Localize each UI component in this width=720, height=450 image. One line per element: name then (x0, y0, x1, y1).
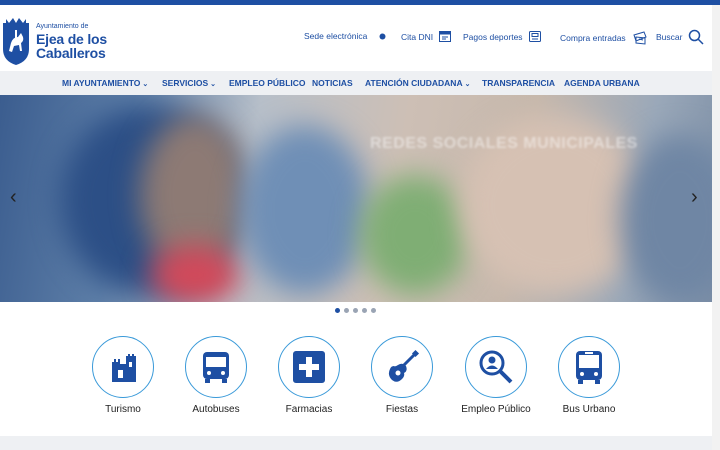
nav-item-label: EMPLEO PÚBLICO (229, 78, 306, 88)
quick-access-label: Empleo Público (461, 404, 531, 415)
hero-slide-title: REDES SOCIALES MUNICIPALES (370, 135, 638, 152)
nav-item-mi-ayuntamiento[interactable]: MI AYUNTAMIENTO ⌄ (62, 71, 148, 95)
search-icon (688, 29, 704, 45)
city-bus-icon (576, 351, 602, 384)
nav-item-label: AGENDA URBANA (564, 78, 640, 88)
quick-access-label: Bus Urbano (562, 404, 616, 415)
quick-access-circle (92, 336, 154, 398)
quick-access-circle (371, 336, 433, 398)
compra-entradas-label: Compra entradas (560, 33, 626, 43)
page-scrollbar[interactable] (712, 5, 720, 450)
nav-item-label: MI AYUNTAMIENTO (62, 78, 141, 88)
carousel-next-icon[interactable]: › (691, 187, 698, 207)
search-button[interactable]: Buscar (656, 29, 704, 45)
carousel-dot[interactable] (335, 308, 340, 313)
cita-dni-label: Cita DNI (401, 31, 434, 42)
quick-access-label: Autobuses (192, 404, 240, 415)
blurred-image-region (150, 245, 240, 302)
quick-access-bus-urbano[interactable]: Bus Urbano (549, 336, 629, 415)
site-logo[interactable]: Ayuntamiento de Ejea de los Caballeros (0, 15, 107, 67)
guitar-icon (388, 349, 420, 382)
quick-access-circle (558, 336, 620, 398)
bus-icon (203, 352, 229, 383)
sede-electronica-label: Sede electrónica (304, 31, 368, 41)
nav-item-label: ATENCIÓN CIUDADANA (365, 78, 463, 88)
quick-access-fiestas[interactable]: Fiestas (362, 336, 442, 415)
search-label: Buscar (656, 32, 683, 42)
main-navigation: MI AYUNTAMIENTO ⌄ SERVICIOS ⌄ EMPLEO PÚBLI… (0, 71, 712, 95)
nav-item-label: TRANSPARENCIA (482, 78, 556, 88)
compra-entradas-link[interactable]: Compra entradas (560, 31, 648, 45)
nav-item-agenda-urbana[interactable]: AGENDA URBANA (564, 71, 640, 95)
nav-item-empleo-publico[interactable]: EMPLEO PÚBLICO (229, 71, 306, 95)
payment-terminal-icon (528, 31, 541, 42)
quick-access-circle (185, 336, 247, 398)
logo-title-line2: Caballeros (36, 44, 106, 61)
chevron-down-icon: ⌄ (142, 81, 149, 88)
carousel-prev-icon[interactable]: ‹ (10, 187, 17, 207)
coat-of-arms-icon (3, 18, 29, 65)
quick-access-turismo[interactable]: Turismo (83, 336, 163, 415)
nav-item-transparencia[interactable]: TRANSPARENCIA (482, 71, 555, 95)
logo-title-line1: Ejea de los (36, 30, 107, 47)
quick-access-empleo-publico[interactable]: Empleo Público (456, 336, 536, 415)
carousel-dot[interactable] (353, 308, 358, 313)
nav-item-servicios[interactable]: SERVICIOS ⌄ (162, 71, 216, 95)
quick-access-label: Fiestas (385, 404, 419, 415)
chevron-down-icon: ⌄ (464, 81, 471, 88)
cita-dni-link[interactable]: Cita DNI (401, 31, 452, 42)
quick-access-circle (278, 336, 340, 398)
pagos-deportes-label: Pagos deportes (463, 31, 523, 42)
quick-access-label: Turismo (105, 404, 141, 415)
site-header: Ayuntamiento de Ejea de los Caballeros S… (0, 5, 720, 71)
nav-item-atencion-ciudadana[interactable]: ATENCIÓN CIUDADANA ⌄ (365, 71, 470, 95)
quick-access-farmacias[interactable]: Farmacias (269, 336, 349, 415)
quick-access-autobuses[interactable]: Autobuses (176, 336, 256, 415)
job-search-icon (479, 350, 513, 384)
section-divider (0, 436, 712, 450)
carousel-dot[interactable] (371, 308, 376, 313)
hero-carousel[interactable]: REDES SOCIALES MUNICIPALES ‹ › (0, 95, 712, 302)
logo-subtitle: Ayuntamiento de (36, 22, 89, 30)
ticket-icon (632, 31, 648, 45)
nav-item-noticias[interactable]: NOTICIAS (312, 71, 353, 95)
sede-electronica-link[interactable]: Sede electrónica (304, 31, 388, 41)
quick-access-label: Farmacias (285, 404, 333, 415)
nav-item-label: NOTICIAS (312, 78, 353, 88)
carousel-dot[interactable] (362, 308, 367, 313)
nav-item-label: SERVICIOS (162, 78, 209, 88)
toggle-icon (373, 31, 388, 41)
chevron-down-icon: ⌄ (210, 81, 217, 88)
carousel-indicators (335, 308, 380, 313)
castle-icon (112, 354, 136, 382)
pharmacy-cross-icon (293, 351, 325, 383)
carousel-dot[interactable] (344, 308, 349, 313)
pagos-deportes-link[interactable]: Pagos deportes (463, 31, 541, 42)
blurred-image-region (240, 125, 370, 295)
blurred-image-region (360, 175, 470, 295)
quick-access-circle (465, 336, 527, 398)
id-card-icon (439, 31, 452, 42)
